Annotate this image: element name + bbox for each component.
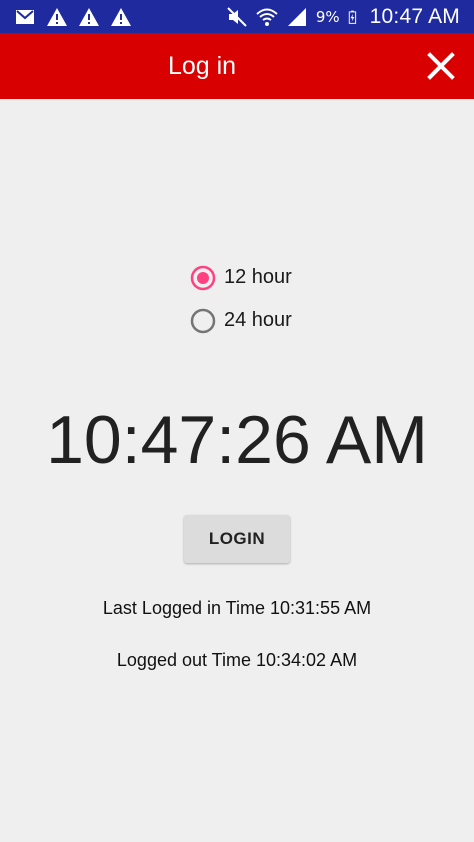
last-logged-in-time: Last Logged in Time 10:31:55 AM — [102, 598, 372, 618]
radio-label-24-hour: 24 hour — [224, 309, 292, 331]
time-format-radio-group: 12 hour 24 hour — [190, 256, 292, 342]
wifi-icon — [256, 8, 278, 26]
current-time-display: 10:47:26 AM — [46, 402, 428, 478]
mute-icon — [227, 6, 247, 27]
system-status: 9% 10:47 AM — [226, 0, 460, 33]
signal-icon — [287, 7, 306, 26]
battery-charging-icon — [348, 10, 356, 24]
close-icon[interactable] — [426, 51, 456, 81]
radio-option-12-hour[interactable]: 12 hour — [190, 256, 292, 299]
radio-selected-icon[interactable] — [190, 265, 216, 291]
login-button[interactable]: LOGIN — [184, 515, 290, 563]
battery-percent: 9% — [315, 7, 340, 26]
notification-icons — [14, 6, 132, 28]
radio-option-24-hour[interactable]: 24 hour — [190, 299, 292, 342]
status-bar: 9% 10:47 AM — [0, 0, 474, 33]
mail-icon — [16, 10, 34, 24]
app-bar: Log in — [0, 33, 474, 99]
status-time: 10:47 AM — [369, 4, 460, 28]
radio-unselected-icon[interactable] — [190, 308, 216, 334]
warning-icon — [47, 8, 67, 26]
warning-icon — [79, 8, 99, 26]
radio-label-12-hour: 12 hour — [224, 266, 292, 288]
page-title: Log in — [167, 52, 237, 80]
warning-icon — [111, 8, 131, 26]
logged-out-time: Logged out Time 10:34:02 AM — [116, 650, 358, 670]
